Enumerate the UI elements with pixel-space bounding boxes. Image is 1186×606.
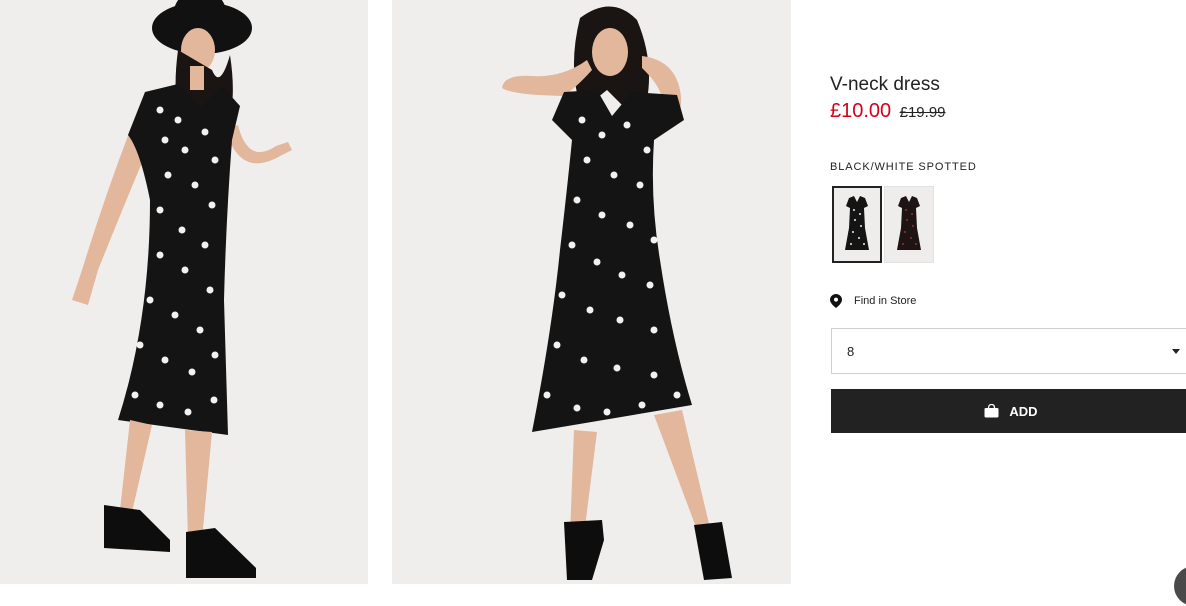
color-swatch-black-white-spotted[interactable]	[832, 186, 882, 263]
add-to-bag-button[interactable]: ADD	[831, 389, 1186, 433]
product-price: £10.00 £19.99	[830, 100, 946, 123]
find-in-store-link[interactable]: Find in Store	[830, 294, 916, 308]
sale-price: £10.00	[830, 100, 892, 122]
size-selected-value: 8	[847, 344, 855, 359]
map-pin-icon	[830, 294, 842, 308]
model-photo-hat	[72, 0, 292, 578]
chat-widget-button[interactable]	[1174, 566, 1186, 606]
chevron-down-icon	[1172, 349, 1180, 354]
product-image-1[interactable]	[0, 0, 368, 584]
product-image-2[interactable]	[392, 0, 791, 584]
original-price: £19.99	[899, 104, 946, 121]
add-button-label: ADD	[1009, 403, 1038, 419]
selected-color-name: BLACK/WHITE SPOTTED	[830, 161, 977, 173]
size-dropdown[interactable]: 8	[831, 328, 1186, 374]
find-in-store-label: Find in Store	[854, 295, 917, 307]
shopping-bag-icon	[984, 404, 999, 418]
swatch-thumbnail	[845, 196, 869, 250]
product-title: V-neck dress	[830, 74, 940, 95]
swatch-thumbnail	[897, 196, 921, 250]
model-photo-pose	[502, 6, 732, 580]
color-swatch-alternate[interactable]	[884, 186, 934, 263]
